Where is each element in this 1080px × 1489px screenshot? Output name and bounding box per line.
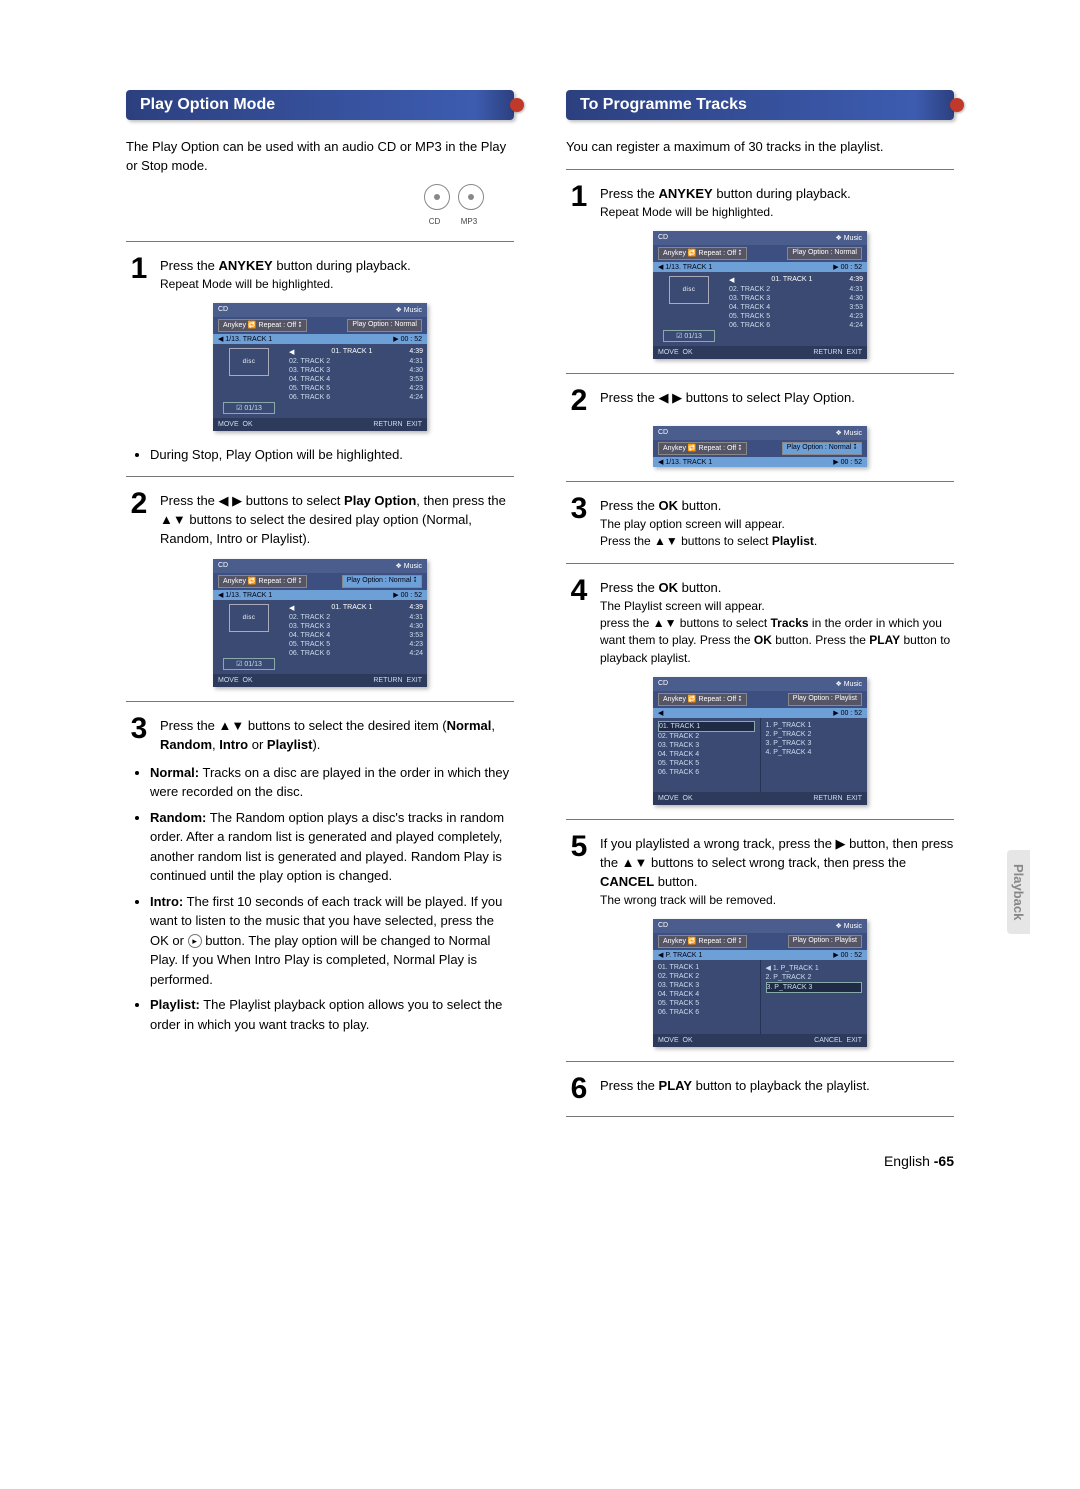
divider <box>566 481 954 482</box>
column-programme-tracks: To Programme Tracks You can register a m… <box>566 90 954 1129</box>
r-step-5: 5 If you playlisted a wrong track, press… <box>566 832 954 909</box>
divider <box>566 373 954 374</box>
intro-text: The Play Option can be used with an audi… <box>126 138 514 176</box>
page-footer: English -65 <box>30 1129 1050 1169</box>
r-step-4: 4 Press the OK button. The Playlist scre… <box>566 576 954 667</box>
screenshot-programme-3: CD❖ Music Anykey 🔁 Repeat : Off ⭥Play Op… <box>653 677 867 805</box>
divider <box>126 241 514 242</box>
step-1: 1 Press the ANYKEY button during playbac… <box>126 254 514 293</box>
heading-play-option: Play Option Mode <box>126 90 514 120</box>
section-tab: Playback <box>1007 850 1030 934</box>
screenshot-programme-4: CD❖ Music Anykey 🔁 Repeat : Off ⭥Play Op… <box>653 919 867 1047</box>
divider <box>126 701 514 702</box>
disc-icons: CD MP3 <box>126 184 484 229</box>
heading-programme-tracks: To Programme Tracks <box>566 90 954 120</box>
play-pause-icon: ▸ <box>188 934 202 948</box>
r-step-1: 1 Press the ANYKEY button during playbac… <box>566 182 954 221</box>
screenshot-programme-2: CD❖ Music Anykey 🔁 Repeat : Off ⭥Play Op… <box>653 426 867 467</box>
intro-text: You can register a maximum of 30 tracks … <box>566 138 954 157</box>
screenshot-play-option-2: CD❖ Music Anykey 🔁 Repeat : Off ⭥Play Op… <box>213 559 427 687</box>
r-step-2: 2 Press the ◀ ▶ buttons to select Play O… <box>566 386 954 416</box>
column-play-option: Play Option Mode The Play Option can be … <box>126 90 514 1129</box>
divider <box>126 476 514 477</box>
divider <box>566 1061 954 1062</box>
step-2: 2 Press the ◀ ▶ buttons to select Play O… <box>126 489 514 549</box>
r-step-3: 3 Press the OK button. The play option s… <box>566 494 954 551</box>
divider <box>566 819 954 820</box>
divider <box>566 1116 954 1117</box>
screenshot-programme-1: CD❖ Music Anykey 🔁 Repeat : Off ⭥Play Op… <box>653 231 867 359</box>
mp3-icon <box>458 184 484 210</box>
screenshot-play-option-1: CD❖ Music Anykey 🔁 Repeat : Off ⭥Play Op… <box>213 303 427 431</box>
option-list: Normal: Tracks on a disc are played in t… <box>126 763 514 1035</box>
cd-icon <box>424 184 450 210</box>
divider <box>566 563 954 564</box>
step-3: 3 Press the ▲▼ buttons to select the des… <box>126 714 514 755</box>
note-during-stop: During Stop, Play Option will be highlig… <box>150 445 514 465</box>
divider <box>566 169 954 170</box>
r-step-6: 6 Press the PLAY button to playback the … <box>566 1074 954 1104</box>
